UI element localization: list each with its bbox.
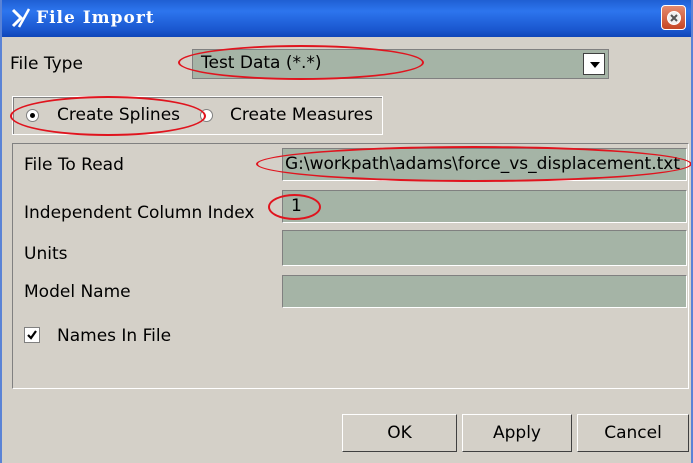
file-import-dialog: File Import File Type Test Data (*.*) Cr… — [0, 0, 693, 463]
names-in-file-label[interactable]: Names In File — [57, 326, 171, 346]
checkmark-icon — [27, 330, 37, 340]
file-to-read-label: File To Read — [24, 155, 124, 175]
title-bar[interactable]: File Import — [2, 0, 691, 37]
window-title: File Import — [36, 8, 155, 28]
cancel-button[interactable]: Cancel — [577, 414, 689, 452]
close-button[interactable] — [661, 5, 686, 30]
file-type-value: Test Data (*.*) — [201, 53, 322, 73]
file-type-label: File Type — [10, 54, 83, 74]
apply-button[interactable]: Apply — [462, 414, 572, 452]
independent-column-index-input[interactable]: 1 — [282, 190, 687, 223]
create-splines-label[interactable]: Create Splines — [57, 105, 180, 125]
close-icon — [667, 11, 681, 25]
file-to-read-input[interactable]: G:\workpath\adams\force_vs_displacement.… — [282, 148, 687, 181]
independent-column-index-label: Independent Column Index — [24, 203, 255, 223]
create-measures-radio[interactable] — [200, 109, 213, 122]
app-logo-icon — [10, 7, 32, 29]
ok-button[interactable]: OK — [342, 414, 457, 452]
create-splines-radio[interactable] — [26, 109, 39, 122]
chevron-down-icon[interactable] — [583, 53, 605, 75]
units-label: Units — [24, 244, 68, 264]
names-in-file-checkbox[interactable] — [24, 327, 40, 343]
model-name-label: Model Name — [24, 282, 131, 302]
create-measures-label[interactable]: Create Measures — [230, 105, 373, 125]
units-input[interactable] — [282, 230, 687, 266]
file-type-dropdown[interactable]: Test Data (*.*) — [192, 49, 609, 79]
model-name-input[interactable] — [282, 275, 687, 308]
